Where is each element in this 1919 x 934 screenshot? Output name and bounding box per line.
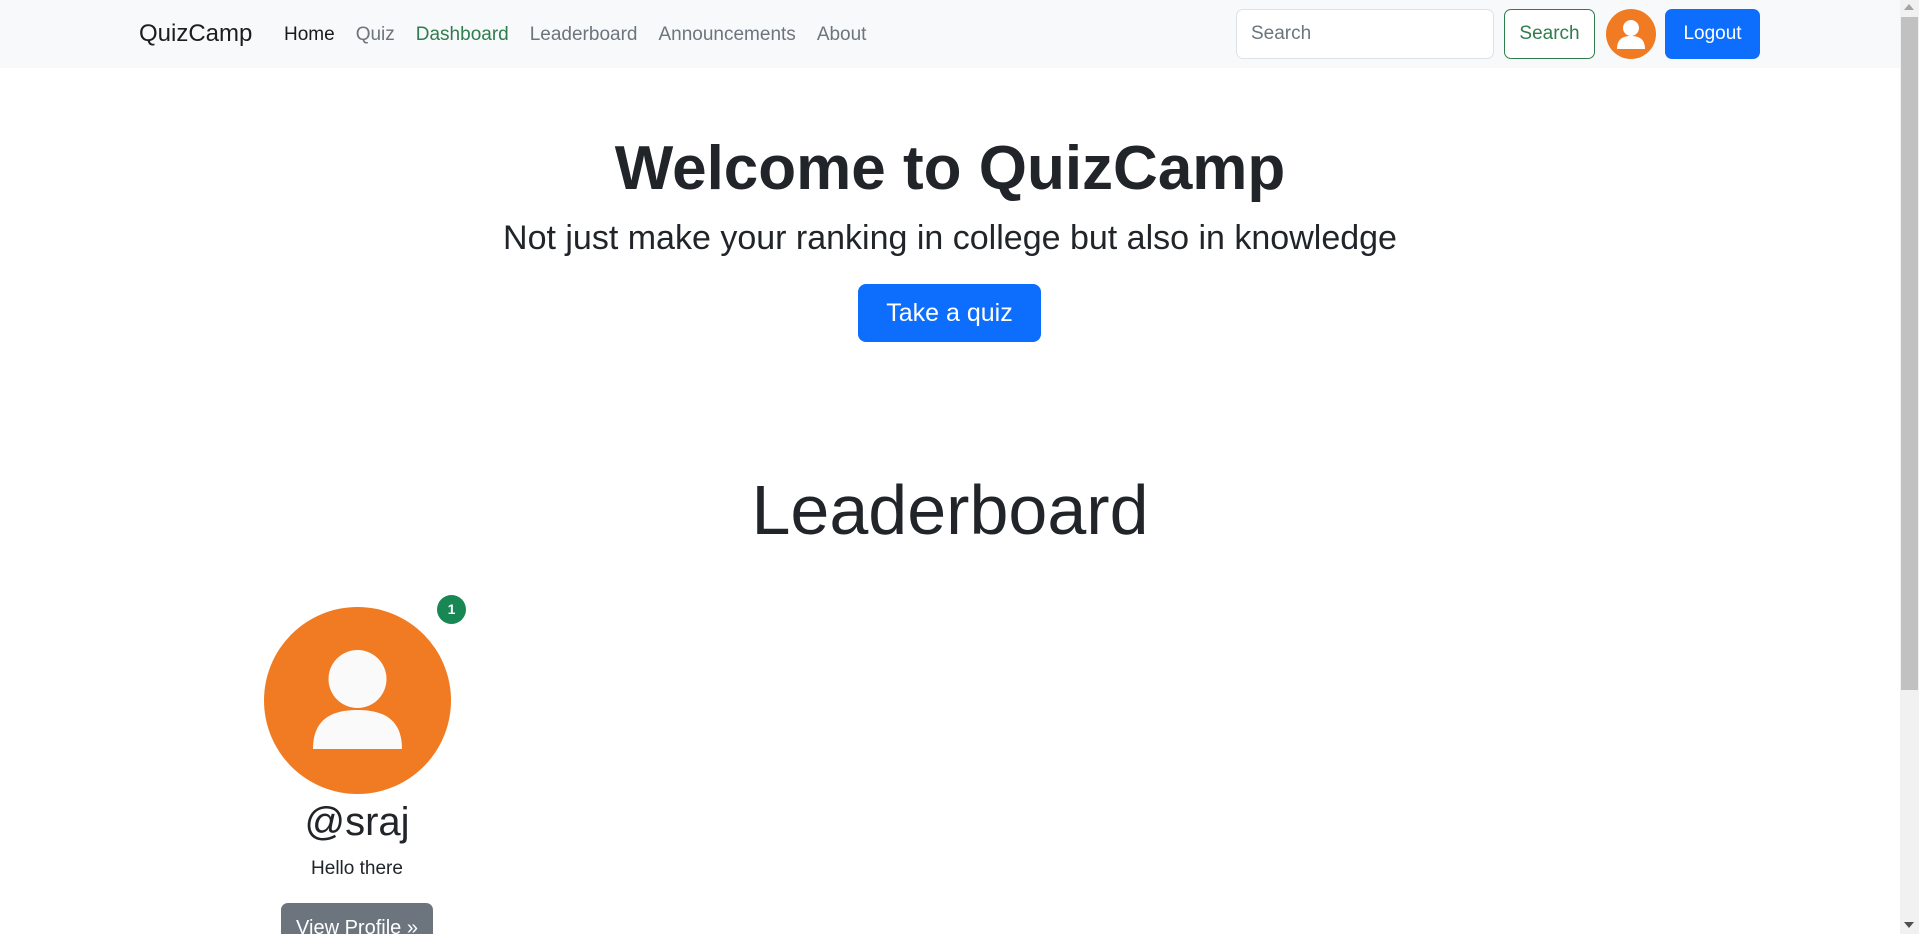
nav-link-announcements[interactable]: Announcements <box>658 21 795 49</box>
nav-link-home[interactable]: Home <box>284 21 335 49</box>
user-avatar-icon[interactable] <box>1606 9 1656 59</box>
take-quiz-button[interactable]: Take a quiz <box>858 284 1041 342</box>
scroll-up-arrow-icon[interactable] <box>1904 4 1914 10</box>
page: QuizCamp Home Quiz Dashboard Leaderboard… <box>0 0 1919 934</box>
brand-logo[interactable]: QuizCamp <box>139 18 252 50</box>
search-input[interactable] <box>1236 9 1494 59</box>
profile-avatar-icon <box>264 607 451 794</box>
top-navbar: QuizCamp Home Quiz Dashboard Leaderboard… <box>0 0 1900 68</box>
hero-subtitle: Not just make your ranking in college bu… <box>503 219 1397 257</box>
nav-link-about[interactable]: About <box>817 21 867 49</box>
hero-title: Welcome to QuizCamp <box>614 134 1286 203</box>
nav-link-quiz[interactable]: Quiz <box>356 21 395 49</box>
scrollbar-thumb[interactable] <box>1901 17 1918 690</box>
nav-link-leaderboard[interactable]: Leaderboard <box>530 21 638 49</box>
leaderboard-title: Leaderboard <box>751 471 1149 549</box>
scroll-down-arrow-icon[interactable] <box>1904 922 1914 928</box>
logout-button[interactable]: Logout <box>1665 9 1760 59</box>
leaderboard-bio: Hello there <box>311 858 403 879</box>
nav-link-dashboard[interactable]: Dashboard <box>416 21 509 49</box>
nav-links: Home Quiz Dashboard Leaderboard Announce… <box>284 21 887 49</box>
rank-badge: 1 <box>437 595 466 624</box>
leaderboard-username: @sraj <box>304 800 410 844</box>
view-profile-button[interactable]: View Profile » <box>281 903 433 934</box>
search-button[interactable]: Search <box>1504 9 1595 59</box>
